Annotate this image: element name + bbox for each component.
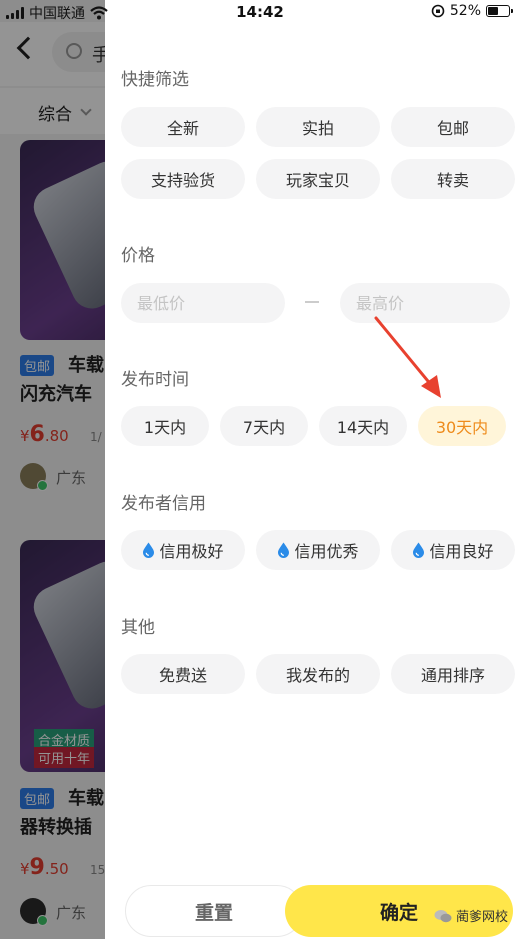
other-title: 其他 xyxy=(121,618,155,638)
chip-credit-excellent[interactable]: 信用极好 xyxy=(121,530,245,570)
chip-quick-player-item[interactable]: 玩家宝贝 xyxy=(256,159,380,199)
quick-filter-title: 快捷筛选 xyxy=(121,70,189,90)
credit-drop-icon xyxy=(278,542,290,558)
chip-time-30-days[interactable]: 30天内 xyxy=(418,406,506,446)
price-title: 价格 xyxy=(121,246,155,266)
chip-other-free-gift[interactable]: 免费送 xyxy=(121,654,245,694)
chip-quick-new[interactable]: 全新 xyxy=(121,107,245,147)
publisher-credit-title: 发布者信用 xyxy=(121,494,206,514)
publish-time-title: 发布时间 xyxy=(121,370,189,390)
min-price-input[interactable] xyxy=(121,283,285,323)
battery-percent: 52% xyxy=(449,3,481,19)
chip-other-general-sort[interactable]: 通用排序 xyxy=(391,654,515,694)
chip-credit-excellent-label: 信用极好 xyxy=(159,542,224,561)
battery-icon xyxy=(486,5,513,17)
chip-time-1-day[interactable]: 1天内 xyxy=(121,406,209,446)
chip-credit-very-good[interactable]: 信用优秀 xyxy=(256,530,380,570)
chip-credit-good-label: 信用良好 xyxy=(429,542,494,561)
chip-other-my-posts[interactable]: 我发布的 xyxy=(256,654,380,694)
chip-quick-real-photo[interactable]: 实拍 xyxy=(256,107,380,147)
credit-drop-icon xyxy=(413,542,425,558)
chip-quick-inspection[interactable]: 支持验货 xyxy=(121,159,245,199)
filter-panel: 快捷筛选 全新 实拍 包邮 支持验货 玩家宝贝 转卖 价格 发布时间 1天内 7… xyxy=(105,0,520,939)
chip-time-14-days[interactable]: 14天内 xyxy=(319,406,407,446)
credit-drop-icon xyxy=(143,542,155,558)
max-price-input[interactable] xyxy=(340,283,510,323)
chip-credit-very-good-label: 信用优秀 xyxy=(294,542,359,561)
price-range-dash xyxy=(305,301,319,303)
status-bar: 中国联通 14:42 52% xyxy=(0,0,520,22)
chip-quick-resale[interactable]: 转卖 xyxy=(391,159,515,199)
watermark-text: 蔺爹网校 xyxy=(455,910,508,925)
chip-quick-free-shipping[interactable]: 包邮 xyxy=(391,107,515,147)
orientation-lock-icon xyxy=(431,4,445,18)
chip-time-7-days[interactable]: 7天内 xyxy=(220,406,308,446)
reset-button[interactable]: 重置 xyxy=(125,885,303,937)
chip-credit-good[interactable]: 信用良好 xyxy=(391,530,515,570)
watermark: 蔺爹网校 xyxy=(434,906,508,925)
wechat-icon xyxy=(434,909,452,922)
